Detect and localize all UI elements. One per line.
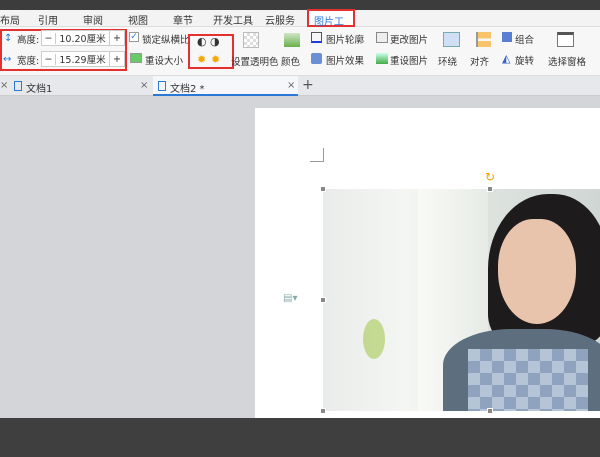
picture-outline-button[interactable]: 图片轮廓 (326, 32, 364, 46)
wrap-icon (443, 32, 460, 47)
menu-cloud[interactable]: 云服务 (265, 12, 295, 27)
tab-document2-label: 文档2 * (170, 84, 205, 95)
picture-outline-icon (311, 32, 322, 43)
menu-chapter[interactable]: 章节 (173, 12, 193, 27)
reset-picture-icon (376, 53, 388, 64)
menu-view[interactable]: 视图 (128, 12, 148, 27)
pixelated-region (468, 349, 588, 411)
contrast-up-icon[interactable]: ◐ (197, 35, 207, 48)
margin-marker (310, 148, 324, 162)
reset-size-button[interactable]: 重设大小 (145, 53, 183, 67)
width-input[interactable]: 15.29厘米 (56, 52, 110, 66)
ribbon: ↕ 高度: − 10.20厘米 + ↔ 宽度: − 15.29厘米 + ✓ 锁定… (0, 27, 600, 76)
selection-pane-button[interactable]: 选择窗格 (548, 54, 586, 68)
menu-bar: 布局 引用 审阅 视图 章节 开发工具 云服务 图片工具 (0, 9, 600, 43)
menu-layout[interactable]: 布局 (0, 12, 20, 27)
selection-pane-icon (557, 32, 574, 47)
menu-references[interactable]: 引用 (38, 12, 58, 27)
tab-document2[interactable]: 文档2 * × (153, 76, 298, 96)
align-button[interactable]: 对齐 (470, 54, 489, 68)
tab-document1[interactable]: 文档1 (26, 80, 52, 95)
height-label: 高度: (17, 35, 40, 46)
resize-handle[interactable] (487, 186, 493, 192)
height-plus-button[interactable]: + (110, 33, 124, 44)
rotate-handle-icon[interactable]: ↻ (485, 170, 495, 184)
resize-handle[interactable] (320, 297, 326, 303)
set-transparent-button[interactable]: 设置透明色 (231, 54, 279, 68)
close-tab-icon[interactable]: × (287, 80, 295, 91)
title-bar (0, 0, 600, 10)
width-label: 宽度: (17, 56, 40, 67)
color-icon (284, 33, 300, 47)
width-minus-button[interactable]: − (42, 53, 56, 65)
change-picture-icon (376, 32, 388, 43)
height-input[interactable]: 10.20厘米 (56, 31, 110, 45)
new-tab-button[interactable]: + (302, 77, 314, 93)
width-stepper[interactable]: − 15.29厘米 + (41, 51, 125, 67)
resize-handle[interactable] (320, 186, 326, 192)
brightness-down-icon[interactable]: ✹ (211, 53, 220, 66)
face (498, 219, 576, 324)
resize-handle[interactable] (487, 408, 493, 414)
document-icon (158, 81, 166, 91)
picture-effect-icon (311, 53, 322, 64)
wrap-button[interactable]: 环绕 (438, 54, 457, 68)
document-tabs: × 文档1 × 文档2 * × + (0, 76, 600, 96)
resize-handle[interactable] (320, 408, 326, 414)
layout-options-icon[interactable]: ▤▾ (283, 293, 297, 304)
reset-picture-button[interactable]: 重设图片 (390, 53, 428, 67)
reset-size-icon (130, 53, 142, 63)
group-icon (502, 32, 512, 42)
width-plus-button[interactable]: + (110, 54, 124, 65)
picture-effect-button[interactable]: 图片效果 (326, 53, 364, 67)
lock-ratio-checkbox[interactable]: ✓ (129, 32, 139, 42)
rotate-button[interactable]: 旋转 (515, 53, 534, 67)
contrast-down-icon[interactable]: ◑ (210, 35, 220, 48)
selected-picture[interactable] (323, 189, 600, 411)
height-stepper[interactable]: − 10.20厘米 + (41, 30, 125, 46)
align-icon (476, 32, 491, 47)
rotate-icon: ◭ (502, 52, 511, 65)
plant (363, 319, 385, 359)
close-tab-icon[interactable]: × (0, 80, 8, 91)
lock-ratio-label[interactable]: 锁定纵横比 (142, 32, 190, 46)
height-icon: ↕ (4, 33, 13, 44)
menu-developer[interactable]: 开发工具 (213, 12, 253, 27)
set-transparent-icon (243, 32, 259, 48)
menu-review[interactable]: 审阅 (83, 12, 103, 27)
close-tab-icon[interactable]: × (140, 80, 148, 91)
height-minus-button[interactable]: − (42, 32, 56, 44)
group-button[interactable]: 组合 (515, 32, 534, 46)
tab-picture-tools[interactable]: 图片工具 (307, 9, 355, 43)
width-icon: ↔ (3, 54, 12, 65)
document-icon (14, 81, 22, 91)
brightness-up-icon[interactable]: ✹ (197, 53, 206, 66)
color-button[interactable]: 颜色 (281, 54, 300, 68)
change-picture-button[interactable]: 更改图片 (390, 32, 428, 46)
